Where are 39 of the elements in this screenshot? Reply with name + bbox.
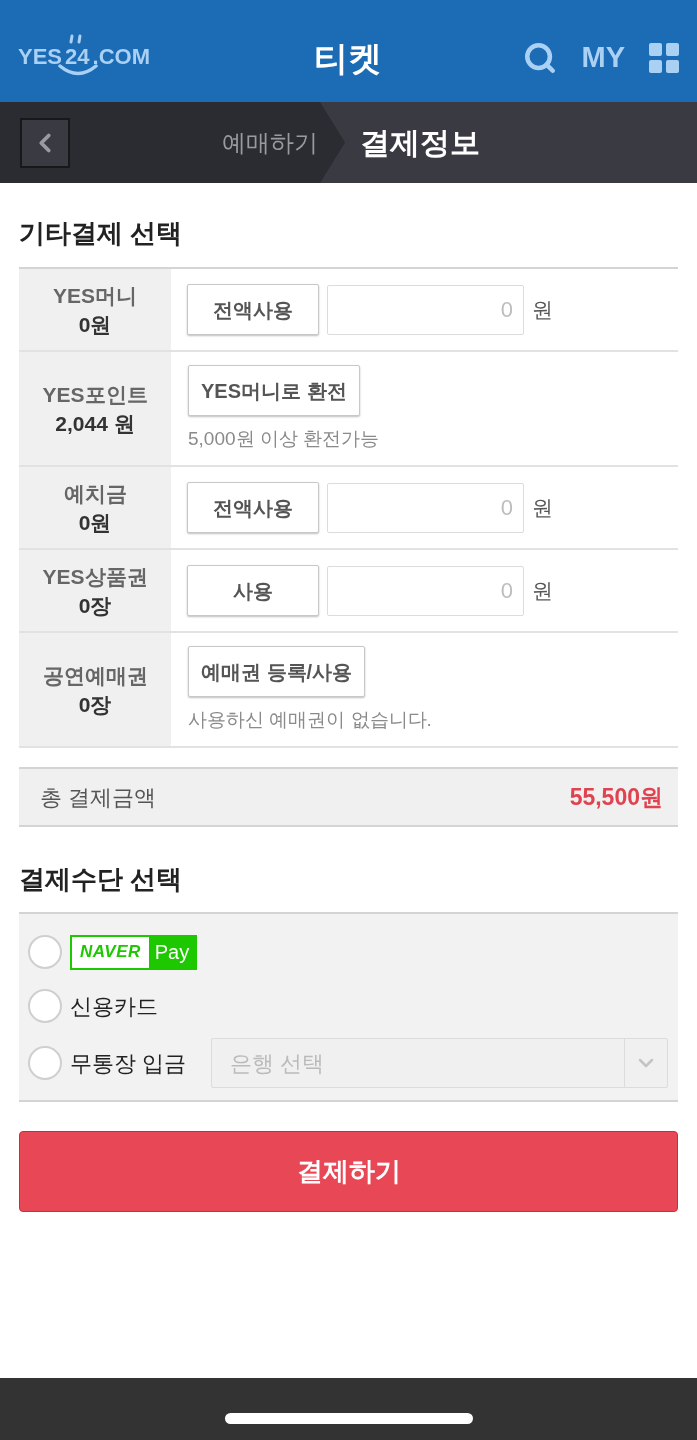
radio-button[interactable] (28, 1046, 62, 1080)
breadcrumb-step[interactable]: 예매하기 (222, 124, 318, 161)
section-title: 결제수단 선택 (19, 863, 183, 896)
pay-button[interactable]: 결제하기 (19, 1131, 678, 1212)
amount-input[interactable]: 0 (327, 482, 524, 533)
section-title: 기타결제 선택 (19, 217, 183, 250)
total-label: 총 결제금액 (40, 783, 157, 812)
payment-source-label: YES포인트 (42, 381, 148, 408)
payment-source-label: 예치금 (63, 480, 127, 507)
radio-button[interactable] (28, 935, 62, 969)
unit-text: 원 (532, 296, 553, 323)
amount-input[interactable]: 0 (327, 565, 524, 616)
use-button[interactable]: 전액사용 (187, 482, 319, 533)
balance-text: 0원 (78, 509, 112, 536)
use-button[interactable]: 사용 (187, 565, 319, 616)
payment-source-label: 공연예매권 (42, 662, 148, 689)
balance-text: 0원 (78, 311, 112, 338)
payment-source-label: YES머니 (53, 282, 137, 309)
radio-button[interactable] (28, 989, 62, 1023)
note-text: 사용하신 예매권이 없습니다. (188, 708, 432, 732)
grid-menu-icon[interactable] (649, 43, 679, 73)
total-amount: 55,500원 (569, 782, 663, 812)
payment-source-label: YES상품권 (42, 563, 148, 590)
balance-text: 0장 (78, 691, 112, 718)
unit-text: 원 (532, 494, 553, 521)
unit-text: 원 (532, 577, 553, 604)
back-button[interactable] (20, 117, 70, 168)
amount-input[interactable]: 0 (327, 284, 524, 335)
use-button[interactable]: 전액사용 (187, 284, 319, 335)
balance-text: 0장 (78, 592, 112, 619)
action-button[interactable]: YES머니로 환전 (188, 365, 360, 416)
breadcrumb-step[interactable]: 결제정보 (360, 120, 480, 165)
payment-option-label[interactable]: 신용카드 (70, 989, 158, 1023)
search-icon[interactable] (523, 41, 558, 75)
note-text: 5,000원 이상 환전가능 (188, 427, 380, 451)
action-button[interactable]: 예매권 등록/사용 (188, 646, 366, 697)
page-title: 티켓 (314, 37, 383, 79)
payment-option-label[interactable]: 무통장 입금 (70, 1050, 187, 1076)
balance-text: 2,044 원 (55, 410, 135, 437)
